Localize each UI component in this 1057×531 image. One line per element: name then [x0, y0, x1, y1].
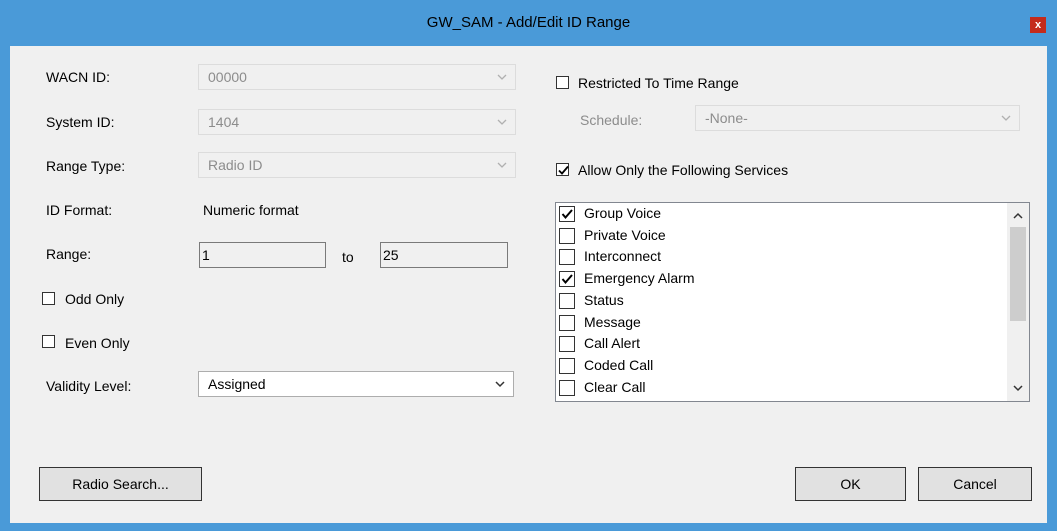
chevron-down-icon	[495, 381, 505, 388]
chevron-up-icon[interactable]	[1011, 209, 1025, 223]
service-label: Group Voice	[584, 205, 662, 221]
id-format-value: Numeric format	[203, 202, 299, 218]
validity-level-combo[interactable]: Assigned	[198, 371, 514, 397]
service-checkbox[interactable]	[559, 357, 575, 374]
range-type-combo[interactable]: Radio ID	[198, 152, 516, 178]
validity-level-value: Assigned	[208, 376, 266, 392]
dialog-window: GW_SAM - Add/Edit ID Range x WACN ID: 00…	[0, 0, 1057, 531]
validity-level-label: Validity Level:	[46, 378, 132, 394]
ok-button[interactable]: OK	[795, 467, 906, 501]
title-bar[interactable]: GW_SAM - Add/Edit ID Range x	[0, 0, 1057, 46]
service-list-item[interactable]: Message	[556, 312, 996, 334]
range-type-value: Radio ID	[208, 157, 263, 173]
chevron-down-icon	[497, 119, 507, 125]
odd-only-label[interactable]: Odd Only	[65, 291, 124, 307]
service-list-item[interactable]: Call Alert	[556, 333, 996, 355]
chevron-down-icon[interactable]	[1011, 381, 1025, 395]
service-label: Private Voice	[584, 226, 666, 243]
service-label: Call Alert	[584, 335, 641, 352]
service-label: Clear Call	[584, 378, 646, 395]
restricted-time-checkbox[interactable]	[556, 76, 569, 89]
services-list[interactable]: Group Voice Private Voice Interconnect Emer…	[555, 202, 1030, 402]
cancel-button[interactable]: Cancel	[918, 467, 1032, 501]
schedule-value: -None-	[705, 110, 748, 126]
id-format-label: ID Format:	[46, 202, 113, 218]
even-only-checkbox[interactable]	[42, 335, 55, 348]
wacn-combo[interactable]: 00000	[198, 64, 516, 90]
wacn-label: WACN ID:	[46, 69, 111, 85]
restricted-time-label[interactable]: Restricted To Time Range	[578, 75, 739, 91]
dialog-body: WACN ID: 00000 System ID: 1404 Range Typ…	[10, 46, 1047, 523]
wacn-value: 00000	[208, 69, 247, 85]
service-checkbox[interactable]	[559, 271, 575, 288]
window-title: GW_SAM - Add/Edit ID Range	[426, 14, 631, 31]
allow-services-label[interactable]: Allow Only the Following Services	[578, 162, 788, 178]
range-type-label: Range Type:	[46, 158, 126, 174]
service-checkbox[interactable]	[559, 292, 575, 309]
service-label: Interconnect	[584, 248, 662, 265]
schedule-label: Schedule:	[580, 112, 643, 128]
checkmark-icon	[558, 165, 569, 175]
odd-only-checkbox[interactable]	[42, 292, 55, 305]
service-checkbox[interactable]	[559, 206, 575, 222]
services-scrollbar[interactable]	[1007, 203, 1029, 401]
close-button[interactable]: x	[1030, 17, 1046, 33]
service-list-item[interactable]: Emergency Alarm	[556, 268, 996, 290]
service-checkbox[interactable]	[559, 227, 575, 244]
service-list-item[interactable]: Interconnect	[556, 246, 996, 268]
schedule-combo[interactable]: -None-	[695, 105, 1020, 131]
service-list-item[interactable]: Clear Call	[556, 377, 996, 399]
chevron-down-icon	[1001, 115, 1011, 121]
service-list-item[interactable]: Group Voice	[556, 203, 996, 225]
range-to-input[interactable]: 25	[380, 242, 508, 268]
service-list-item[interactable]: Coded Call	[556, 355, 996, 377]
service-list-item[interactable]: Private Voice	[556, 225, 996, 247]
service-checkbox[interactable]	[559, 379, 575, 396]
service-label: Emergency Alarm	[584, 270, 695, 287]
service-label: Coded Call	[584, 356, 654, 373]
range-from-input[interactable]: 1	[199, 242, 326, 268]
service-label: Status	[584, 291, 624, 308]
system-id-combo[interactable]: 1404	[198, 109, 516, 135]
scrollbar-thumb[interactable]	[1010, 227, 1026, 321]
service-label: Message	[584, 313, 641, 330]
chevron-down-icon	[497, 74, 507, 80]
chevron-down-icon	[497, 162, 507, 168]
system-id-label: System ID:	[46, 114, 115, 130]
allow-services-checkbox[interactable]	[556, 163, 569, 176]
service-checkbox[interactable]	[559, 336, 575, 353]
radio-search-button[interactable]: Radio Search...	[39, 467, 202, 501]
checkmark-icon	[561, 209, 573, 220]
service-checkbox[interactable]	[559, 249, 575, 266]
system-id-value: 1404	[208, 114, 240, 130]
service-checkbox[interactable]	[559, 314, 575, 331]
even-only-label[interactable]: Even Only	[65, 335, 130, 351]
range-label: Range:	[46, 246, 92, 262]
range-to-label: to	[342, 249, 354, 265]
checkmark-icon	[561, 274, 573, 285]
service-list-item[interactable]: Status	[556, 290, 996, 312]
